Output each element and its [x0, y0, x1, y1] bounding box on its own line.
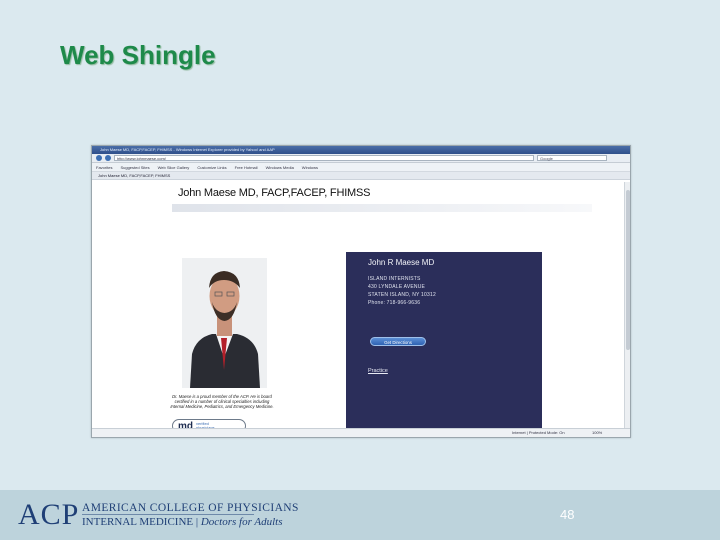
forward-icon[interactable] — [105, 155, 111, 161]
favorites-item[interactable]: Favorites — [96, 165, 112, 170]
footer-divider — [82, 514, 254, 515]
page-heading: John Maese MD, FACP,FACEP, FHIMSS — [178, 187, 371, 199]
url-input[interactable]: http://www.johnmaese.com/ — [114, 155, 534, 161]
favorites-item[interactable]: Windows Media — [266, 165, 294, 170]
search-input[interactable]: Google — [537, 155, 607, 161]
favorites-item[interactable]: Windows — [302, 165, 318, 170]
favorites-item[interactable]: Free Hotmail — [235, 165, 258, 170]
acp-tagline: INTERNAL MEDICINE | Doctors for Adults — [82, 516, 283, 528]
city-address: STATEN ISLAND, NY 10312 — [368, 292, 436, 298]
browser-titlebar: John Maese MD, FACP,FACEP, FHIMSS - Wind… — [92, 146, 630, 154]
tagline-left: INTERNAL MEDICINE — [82, 516, 194, 528]
favorites-item[interactable]: Customize Links — [197, 165, 226, 170]
doctor-name: John R Maese MD — [368, 258, 435, 267]
photo-caption: Dr. Maese is a proud member of the ACP. … — [170, 394, 274, 410]
acp-logo: ACP — [18, 498, 80, 531]
vertical-scrollbar[interactable] — [624, 182, 630, 430]
back-icon[interactable] — [96, 155, 102, 161]
page-number: 48 — [560, 507, 575, 522]
heading-rule — [172, 204, 592, 212]
practice-name: ISLAND INTERNISTS — [368, 276, 421, 282]
slide-title: Web Shingle — [60, 40, 216, 70]
practice-link[interactable]: Practice — [368, 368, 388, 374]
favorites-bar: Favorites Suggested Sites Web Slice Gall… — [92, 163, 630, 172]
scroll-thumb[interactable] — [626, 190, 630, 350]
address-bar: http://www.johnmaese.com/ Google — [92, 154, 630, 163]
get-directions-button[interactable]: Get Directions — [370, 337, 426, 346]
street-address: 430 LYNDALE AVENUE — [368, 284, 426, 290]
browser-tab[interactable]: John Maese MD, FACP,FACEP, FHIMSS — [92, 172, 630, 180]
contact-info-panel: John R Maese MD ISLAND INTERNISTS 430 LY… — [346, 252, 542, 430]
favorites-item[interactable]: Web Slice Gallery — [158, 165, 190, 170]
slide-footer: ACP AMERICAN COLLEGE OF PHYSICIANS INTER… — [0, 490, 720, 540]
security-zone: Internet | Protected Mode: On — [512, 430, 565, 435]
zoom-level[interactable]: 100% — [592, 429, 602, 437]
browser-window: John Maese MD, FACP,FACEP, FHIMSS - Wind… — [91, 145, 631, 438]
tagline-right: Doctors for Adults — [200, 516, 283, 528]
doctor-photo — [182, 258, 267, 388]
phone-number: Phone: 718-966-9636 — [368, 300, 421, 306]
browser-statusbar: Internet | Protected Mode: On 100% — [92, 428, 630, 437]
acp-org-name: AMERICAN COLLEGE OF PHYSICIANS — [82, 502, 299, 514]
favorites-item[interactable]: Suggested Sites — [120, 165, 149, 170]
page-viewport: John Maese MD, FACP,FACEP, FHIMSS Dr. Ma… — [92, 182, 630, 433]
